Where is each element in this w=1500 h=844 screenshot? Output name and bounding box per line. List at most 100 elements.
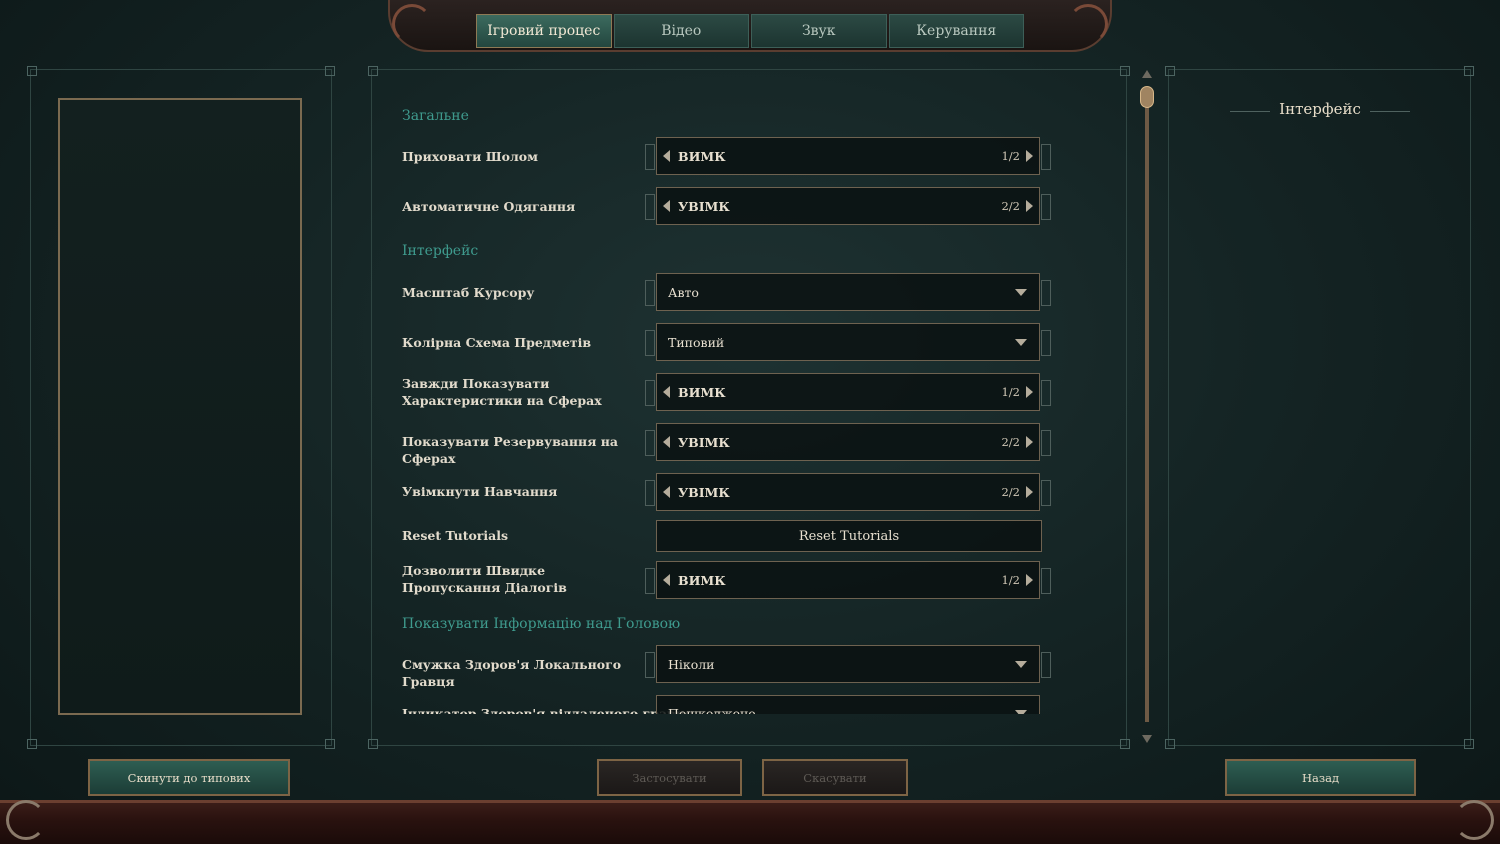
corner-ornament <box>325 66 335 76</box>
setting-label-auto-equip: Автоматичне Одягання <box>402 199 576 214</box>
selector-ornament <box>1041 330 1051 356</box>
selector-ornament <box>645 568 655 594</box>
corner-ornament <box>1165 66 1175 76</box>
section-title-interface: Інтерфейс <box>402 243 479 259</box>
setting-label-reset-tutorials: Reset Tutorials <box>402 528 509 543</box>
other-health-dropdown[interactable]: Пошкоджене <box>656 695 1040 714</box>
scroll-up-icon[interactable] <box>1142 70 1152 78</box>
section-title-general: Загальне <box>402 108 469 124</box>
title-divider <box>1370 111 1410 112</box>
selector-count: 1/2 <box>1001 149 1020 163</box>
dropdown-value: Типовий <box>668 334 725 350</box>
selector-ornament <box>645 430 655 456</box>
cursor-scale-dropdown[interactable]: Авто <box>645 273 1051 311</box>
arrow-right-icon[interactable] <box>1026 574 1033 586</box>
setting-label-cursor-scale: Масштаб Курсору <box>402 285 535 300</box>
orb-stats-selector[interactable]: ВИМК 1/2 <box>645 373 1051 411</box>
selector-ornament <box>1041 480 1051 506</box>
clipped-row: Індикатор Здоров'я віддаленого гравця По… <box>380 690 1120 714</box>
right-panel-title: Інтерфейс <box>1279 100 1361 118</box>
arrow-left-icon[interactable] <box>663 574 670 586</box>
arrow-right-icon[interactable] <box>1026 436 1033 448</box>
scrollbar-thumb[interactable] <box>1140 86 1154 108</box>
local-health-dropdown[interactable]: Ніколи <box>645 645 1051 683</box>
selector-ornament <box>1041 194 1051 220</box>
setting-label-other-health: Індикатор Здоров'я віддаленого гравця <box>402 706 695 714</box>
scroll-down-icon[interactable] <box>1142 735 1152 743</box>
selector-count: 1/2 <box>1001 573 1020 587</box>
chevron-down-icon <box>1015 710 1027 714</box>
arrow-right-icon[interactable] <box>1026 486 1033 498</box>
setting-label-orb-reserve: Показувати Резервування на Сферах <box>402 434 619 466</box>
arrow-right-icon[interactable] <box>1026 150 1033 162</box>
selector-ornament <box>1041 652 1051 678</box>
setting-label-tutorials: Увімкнути Навчання <box>402 484 558 499</box>
reset-tutorials-button[interactable]: Reset Tutorials <box>656 520 1042 552</box>
tab-bar: Ігровий процес Відео Звук Керування <box>476 14 1024 48</box>
dropdown-value: Авто <box>668 284 699 300</box>
setting-label-skip-dialog: Дозволити Швидке Пропускання Діалогів <box>402 563 567 595</box>
arrow-right-icon[interactable] <box>1026 200 1033 212</box>
arrow-left-icon[interactable] <box>663 386 670 398</box>
preview-frame <box>58 98 302 715</box>
scrollbar-track[interactable] <box>1145 90 1149 722</box>
chevron-down-icon <box>1015 660 1027 668</box>
corner-ornament <box>27 66 37 76</box>
title-divider <box>1230 111 1270 112</box>
hide-helmet-selector[interactable]: ВИМК 1/2 <box>645 137 1051 175</box>
selector-ornament <box>645 194 655 220</box>
selector-ornament <box>645 652 655 678</box>
tab-controls[interactable]: Керування <box>888 14 1024 48</box>
item-color-dropdown[interactable]: Типовий <box>645 323 1051 361</box>
selector-count: 2/2 <box>1001 435 1020 449</box>
reset-defaults-button[interactable]: Скинути до типових <box>88 759 290 796</box>
corner-ornament <box>1464 739 1474 749</box>
bottom-ornament-bar <box>0 800 1500 844</box>
corner-ornament <box>27 739 37 749</box>
orb-reserve-selector[interactable]: УВІМК 2/2 <box>645 423 1051 461</box>
auto-equip-selector[interactable]: УВІМК 2/2 <box>645 187 1051 225</box>
corner-ornament <box>325 739 335 749</box>
skip-dialog-selector[interactable]: ВИМК 1/2 <box>645 561 1051 599</box>
dropdown-value: Ніколи <box>668 656 715 672</box>
selector-value: УВІМК <box>678 484 730 500</box>
selector-ornament <box>645 144 655 170</box>
arrow-left-icon[interactable] <box>663 486 670 498</box>
back-button[interactable]: Назад <box>1225 759 1416 796</box>
tab-gameplay[interactable]: Ігровий процес <box>476 14 612 48</box>
selector-ornament <box>1041 380 1051 406</box>
tutorials-selector[interactable]: УВІМК 2/2 <box>645 473 1051 511</box>
setting-label-hide-helmet: Приховати Шолом <box>402 149 538 164</box>
dropdown-value: Пошкоджене <box>668 706 756 714</box>
selector-ornament <box>1041 568 1051 594</box>
selector-ornament <box>1041 430 1051 456</box>
arrow-right-icon[interactable] <box>1026 386 1033 398</box>
chevron-down-icon <box>1015 338 1027 346</box>
tab-video[interactable]: Відео <box>613 14 749 48</box>
tab-sound[interactable]: Звук <box>751 14 887 48</box>
corner-ornament <box>1165 739 1175 749</box>
selector-value: УВІМК <box>678 434 730 450</box>
selector-ornament <box>1041 144 1051 170</box>
arrow-left-icon[interactable] <box>663 150 670 162</box>
section-title-overhead: Показувати Інформацію над Головою <box>402 616 681 632</box>
setting-label-orb-stats: Завжди Показувати Характеристики на Сфер… <box>402 376 602 408</box>
selector-ornament <box>645 380 655 406</box>
selector-ornament <box>645 280 655 306</box>
selector-count: 1/2 <box>1001 385 1020 399</box>
selector-value: ВИМК <box>678 572 726 588</box>
setting-label-item-color: Колірна Схема Предметів <box>402 335 592 350</box>
selector-count: 2/2 <box>1001 485 1020 499</box>
cancel-button[interactable]: Скасувати <box>762 759 908 796</box>
arrow-left-icon[interactable] <box>663 436 670 448</box>
selector-ornament <box>645 330 655 356</box>
selector-value: ВИМК <box>678 148 726 164</box>
corner-ornament <box>368 739 378 749</box>
selector-ornament <box>1041 280 1051 306</box>
arrow-left-icon[interactable] <box>663 200 670 212</box>
corner-ornament <box>1120 739 1130 749</box>
selector-value: ВИМК <box>678 384 726 400</box>
apply-button[interactable]: Застосувати <box>597 759 742 796</box>
corner-ornament <box>368 66 378 76</box>
setting-label-local-health: Смужка Здоров'я Локального Гравця <box>402 657 622 689</box>
